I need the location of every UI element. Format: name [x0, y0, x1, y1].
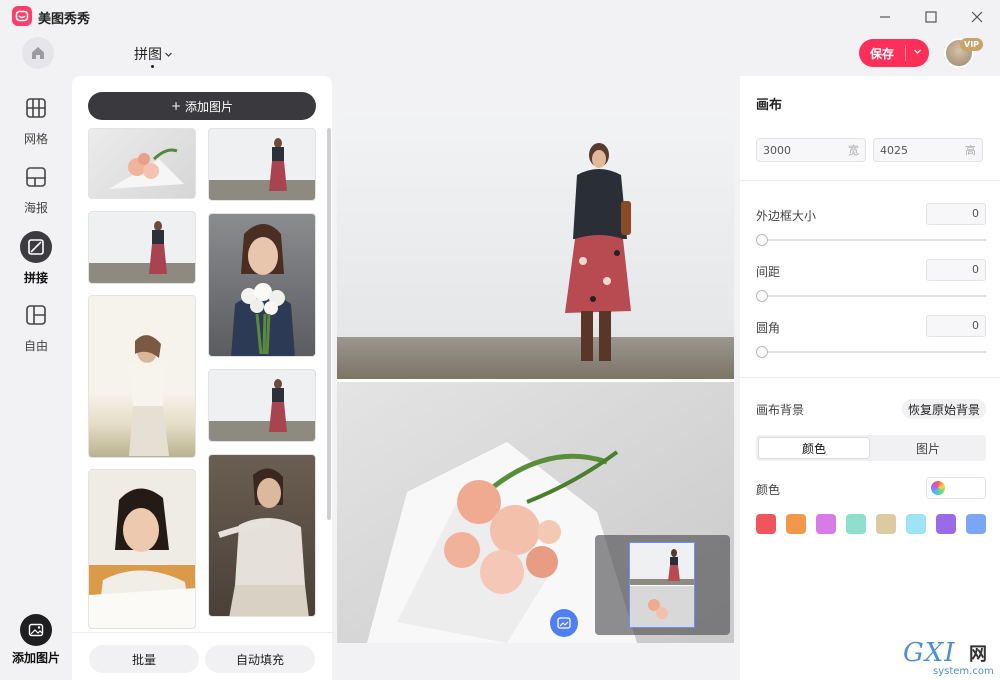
height-field[interactable]: 4025 高 — [873, 138, 983, 162]
nav-label: 拼接 — [23, 271, 48, 285]
restore-background-button[interactable]: 恢复原始背景 — [902, 399, 986, 419]
width-value: 3000 — [763, 143, 791, 157]
spacing-input[interactable]: 0 — [926, 259, 986, 281]
poster-icon — [20, 161, 52, 193]
plus-icon: + — [170, 99, 182, 113]
nav-label: 添加图片 — [11, 651, 60, 665]
border-size-slider-handle[interactable] — [756, 234, 768, 246]
color-swatch[interactable] — [756, 514, 776, 534]
thumbnail-woman-brown-backdrop[interactable] — [208, 454, 316, 617]
stitch-icon — [20, 231, 52, 263]
nav-label: 海报 — [23, 201, 48, 215]
app-logo-icon — [12, 6, 32, 26]
library-scrollbar[interactable] — [327, 128, 331, 520]
save-label: 保存 — [869, 46, 894, 61]
nav-item-poster[interactable]: 海报 — [12, 161, 60, 216]
nav-item-free[interactable]: 自由 — [12, 299, 60, 354]
app-name: 美图秀秀 — [38, 12, 91, 27]
minimize-icon[interactable] — [874, 6, 896, 28]
watermark-cn: 网 — [969, 644, 987, 665]
thumbnail-woman-reading[interactable] — [88, 469, 196, 629]
vip-badge: VIP — [960, 38, 984, 51]
spacing-slider[interactable] — [762, 295, 986, 297]
spacing-label: 间距 — [756, 265, 781, 279]
thumbnail-woman-white-flowers[interactable] — [208, 213, 316, 357]
replace-image-button[interactable] — [550, 609, 578, 637]
border-size-input[interactable]: 0 — [926, 203, 986, 225]
nav-label: 网格 — [23, 132, 48, 146]
home-icon — [32, 47, 44, 59]
tab-image[interactable]: 图片 — [872, 437, 984, 459]
site-watermark: GXI 网 system.com — [903, 638, 998, 680]
batch-button[interactable]: 批量 — [89, 645, 199, 673]
title-bar: 美图秀秀 — [0, 0, 1000, 34]
nav-add-image[interactable]: 添加图片 — [4, 614, 68, 666]
thumbnail-flower-bouquet[interactable] — [88, 128, 196, 199]
corner-radius-slider-handle[interactable] — [756, 346, 768, 358]
thumbnail-woman-jacket[interactable] — [208, 369, 316, 442]
nav-item-grid[interactable]: 网格 — [12, 92, 60, 147]
color-label: 颜色 — [756, 483, 781, 497]
add-images-button[interactable]: + 添加图片 — [88, 92, 316, 120]
panel-title: 画布 — [756, 98, 783, 113]
divider — [740, 377, 1000, 378]
watermark-brand: GXI — [903, 638, 956, 668]
watermark-url: system.com — [933, 666, 994, 677]
free-layout-icon — [20, 299, 52, 331]
nav-label: 自由 — [23, 339, 48, 353]
width-unit: 宽 — [848, 144, 859, 157]
tab-color[interactable]: 颜色 — [758, 437, 870, 459]
mode-title: 拼图 — [134, 47, 162, 63]
color-picker-button[interactable] — [926, 477, 986, 499]
canvas-image-woman-jacket[interactable] — [337, 111, 734, 379]
spacing-slider-handle[interactable] — [756, 290, 768, 302]
height-unit: 高 — [965, 144, 976, 157]
divider — [740, 180, 1000, 181]
image-library-panel: + 添加图片 批量 自动填充 — [72, 76, 332, 680]
color-swatch[interactable] — [786, 514, 806, 534]
color-swatch[interactable] — [936, 514, 956, 534]
color-swatch[interactable] — [966, 514, 986, 534]
color-swatch[interactable] — [816, 514, 836, 534]
width-field[interactable]: 3000 宽 — [756, 138, 866, 162]
nav-item-stitch[interactable]: 拼接 — [12, 231, 60, 286]
close-icon[interactable] — [966, 6, 988, 28]
grid-icon — [20, 92, 52, 124]
corner-radius-input[interactable]: 0 — [926, 315, 986, 337]
background-type-tabs: 颜色 图片 — [756, 435, 986, 461]
thumbnail-woman-beach[interactable] — [88, 295, 196, 458]
border-size-slider[interactable] — [762, 239, 986, 241]
save-button[interactable]: 保存 — [859, 39, 929, 67]
color-wheel-icon — [931, 481, 945, 495]
canvas-settings-panel: 画布 3000 宽 4025 高 外边框大小 0 间距 0 圆角 0 画布背景 … — [740, 76, 1000, 680]
chevron-down-icon — [165, 52, 172, 57]
image-swap-icon — [557, 617, 571, 629]
mode-indicator-dot — [151, 65, 154, 68]
canvas-background-label: 画布背景 — [756, 403, 805, 417]
thumbnail-woman-jacket[interactable] — [208, 128, 316, 201]
mode-selector[interactable]: 拼图 — [134, 44, 173, 64]
add-image-icon — [20, 614, 52, 646]
add-images-label: 添加图片 — [185, 99, 234, 114]
height-value: 4025 — [880, 143, 908, 157]
color-swatch[interactable] — [846, 514, 866, 534]
canvas-minimap[interactable] — [595, 535, 730, 635]
color-swatch[interactable] — [906, 514, 926, 534]
library-footer: 批量 自动填充 — [72, 632, 332, 680]
home-button[interactable] — [22, 37, 54, 69]
save-options-chevron-icon[interactable] — [906, 47, 929, 59]
minimap-viewport[interactable] — [629, 542, 695, 628]
thumbnail-woman-jacket[interactable] — [88, 211, 196, 284]
corner-radius-slider[interactable] — [762, 351, 986, 353]
corner-radius-label: 圆角 — [756, 321, 781, 335]
color-swatch[interactable] — [876, 514, 896, 534]
border-size-label: 外边框大小 — [756, 209, 817, 223]
maximize-icon[interactable] — [920, 6, 942, 28]
autofill-button[interactable]: 自动填充 — [205, 645, 315, 673]
